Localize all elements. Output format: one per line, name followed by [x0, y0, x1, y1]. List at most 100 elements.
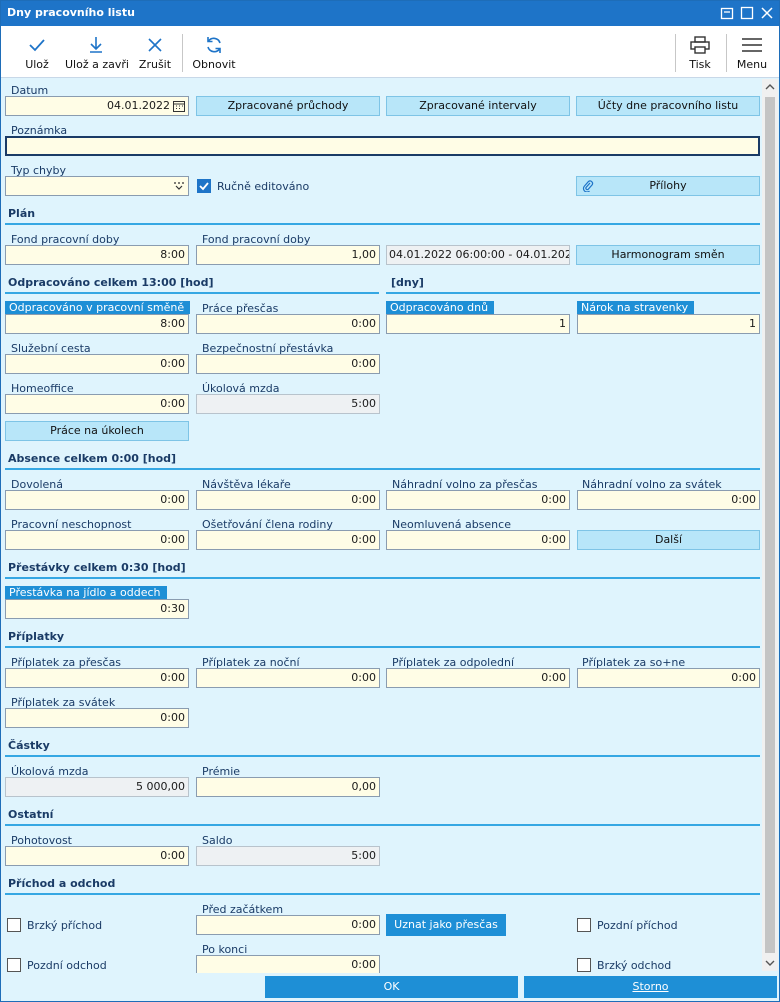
- cancel-button[interactable]: Zrušit: [135, 26, 175, 78]
- refresh-button[interactable]: Obnovit: [189, 26, 239, 78]
- pozdni-odchod-label: Pozdní odchod: [27, 959, 107, 972]
- brzky-odchod-checkbox[interactable]: [577, 958, 591, 972]
- jidlo-label: Přestávka na jídlo a oddech: [5, 586, 167, 599]
- pripl-svatek-field[interactable]: 0:00: [5, 708, 189, 728]
- section-divider: [5, 468, 760, 470]
- section-divider: [5, 893, 760, 895]
- dnu-field[interactable]: 1: [386, 314, 570, 334]
- maximize-icon[interactable]: [739, 5, 755, 21]
- processed-passes-button[interactable]: Zpracované průchody: [196, 96, 380, 116]
- hamburger-icon: [742, 38, 762, 52]
- check-icon: [29, 39, 45, 52]
- storno-button[interactable]: Storno: [524, 976, 777, 998]
- calendar-icon[interactable]: [173, 100, 185, 112]
- poznamka-field[interactable]: [5, 136, 760, 156]
- refresh-icon: [207, 37, 221, 53]
- dnu-label: Odpracováno dnů: [386, 301, 495, 314]
- pripl-sone-field[interactable]: 0:00: [577, 668, 760, 688]
- ukolova-mzda-field: 5 000,00: [5, 777, 189, 797]
- po-konci-field[interactable]: 0:00: [196, 955, 380, 975]
- ok-button[interactable]: OK: [265, 976, 518, 998]
- menu-button[interactable]: Menu: [731, 26, 773, 78]
- pohotovost-field[interactable]: 0:00: [5, 846, 189, 866]
- toolbar-separator: [726, 34, 727, 72]
- pripl-prescas-field[interactable]: 0:00: [5, 668, 189, 688]
- nv-prescas-field[interactable]: 0:00: [386, 490, 570, 510]
- paperclip-icon: [582, 180, 594, 192]
- brzky-prichod-label: Brzký příchod: [27, 919, 103, 932]
- section-odpracovano: Odpracováno celkem 13:00 [hod]: [8, 276, 214, 289]
- pripl-odpoledni-field[interactable]: 0:00: [386, 668, 570, 688]
- scroll-up-icon[interactable]: [765, 83, 775, 91]
- pozdni-prichod-checkbox[interactable]: [577, 918, 591, 932]
- brzky-prichod-checkbox[interactable]: [7, 918, 21, 932]
- window-title: Dny pracovního listu: [7, 6, 135, 19]
- dalsi-button[interactable]: Další: [577, 530, 760, 550]
- neomluvena-field[interactable]: 0:00: [386, 530, 570, 550]
- save-button[interactable]: Ulož: [15, 26, 59, 78]
- scrollbar-thumb[interactable]: [765, 97, 775, 953]
- uznat-prescas-button[interactable]: Uznat jako přesčas: [386, 914, 506, 936]
- printer-icon: [690, 36, 710, 54]
- section-priplatky: Příplatky: [8, 630, 65, 643]
- neschopnost-field[interactable]: 0:00: [5, 530, 189, 550]
- brzky-odchod-label: Brzký odchod: [597, 959, 672, 972]
- fond1-field[interactable]: 8:00: [5, 245, 189, 265]
- day-accounts-button[interactable]: Účty dne pracovního listu: [576, 96, 760, 116]
- x-icon: [148, 38, 162, 52]
- section-castky: Částky: [8, 739, 50, 752]
- nv-svatek-field[interactable]: 0:00: [577, 490, 760, 510]
- v-smene-field[interactable]: 8:00: [5, 314, 189, 334]
- pozdni-prichod-label: Pozdní příchod: [597, 919, 678, 932]
- homeoffice-field[interactable]: 0:00: [5, 394, 189, 414]
- print-button[interactable]: Tisk: [681, 26, 719, 78]
- jidlo-field[interactable]: 0:30: [5, 599, 189, 619]
- prescas-field[interactable]: 0:00: [196, 314, 380, 334]
- section-divider: [386, 292, 760, 294]
- check-icon: [199, 182, 209, 191]
- v-smene-label: Odpracováno v pracovní směně: [5, 301, 191, 314]
- fond2-field[interactable]: 1,00: [196, 245, 380, 265]
- processed-intervals-button[interactable]: Zpracované intervaly: [386, 96, 570, 116]
- section-dny: [dny]: [391, 276, 424, 289]
- pozdni-odchod-checkbox[interactable]: [7, 958, 21, 972]
- stravenky-label: Nárok na stravenky: [577, 301, 695, 314]
- attachments-button[interactable]: Přílohy: [576, 176, 760, 196]
- section-absence: Absence celkem 0:00 [hod]: [8, 452, 177, 465]
- toolbar-separator: [182, 34, 183, 72]
- premie-field[interactable]: 0,00: [196, 777, 380, 797]
- interval-field: 04.01.2022 06:00:00 - 04.01.2022 1...: [386, 245, 570, 265]
- lekar-field[interactable]: 0:00: [196, 490, 380, 510]
- stravenky-field[interactable]: 1: [577, 314, 760, 334]
- dropdown-icon[interactable]: [173, 181, 185, 191]
- datum-field[interactable]: 04.01.2022: [5, 96, 189, 116]
- download-icon: [90, 37, 102, 53]
- toolbar: Ulož Ulož a zavři Zrušit Obnovit Tisk Me…: [1, 26, 779, 78]
- section-divider: [5, 755, 760, 757]
- save-close-button[interactable]: Ulož a zavři: [65, 26, 129, 78]
- rucne-editovano-label: Ručně editováno: [217, 180, 310, 193]
- rucne-editovano-checkbox[interactable]: [197, 179, 211, 193]
- footer-bar: OK Storno: [1, 973, 779, 1001]
- harmonogram-button[interactable]: Harmonogram směn: [576, 245, 760, 265]
- section-divider: [5, 646, 760, 648]
- typ-chyby-select[interactable]: [5, 176, 189, 196]
- ukolova-hod-field: 5:00: [196, 394, 380, 414]
- vertical-scrollbar[interactable]: [762, 79, 778, 971]
- scroll-down-icon[interactable]: [765, 959, 775, 967]
- cesta-field[interactable]: 0:00: [5, 354, 189, 374]
- pripl-nocni-field[interactable]: 0:00: [196, 668, 380, 688]
- section-prestavky: Přestávky celkem 0:30 [hod]: [8, 561, 186, 574]
- close-icon[interactable]: [759, 5, 775, 21]
- section-plan: Plán: [8, 207, 36, 220]
- dovolena-field[interactable]: 0:00: [5, 490, 189, 510]
- section-divider: [5, 223, 760, 225]
- pred-zacatkem-field[interactable]: 0:00: [196, 915, 380, 935]
- section-divider: [5, 292, 379, 294]
- bezp-prestavka-field[interactable]: 0:00: [196, 354, 380, 374]
- section-divider: [5, 824, 760, 826]
- osetrovani-field[interactable]: 0:00: [196, 530, 380, 550]
- prace-ukoly-button[interactable]: Práce na úkolech: [5, 421, 189, 441]
- dialog-window: Dny pracovního listu Ulož Ulož a zavři Z…: [0, 0, 780, 1002]
- restore-icon[interactable]: [719, 5, 735, 21]
